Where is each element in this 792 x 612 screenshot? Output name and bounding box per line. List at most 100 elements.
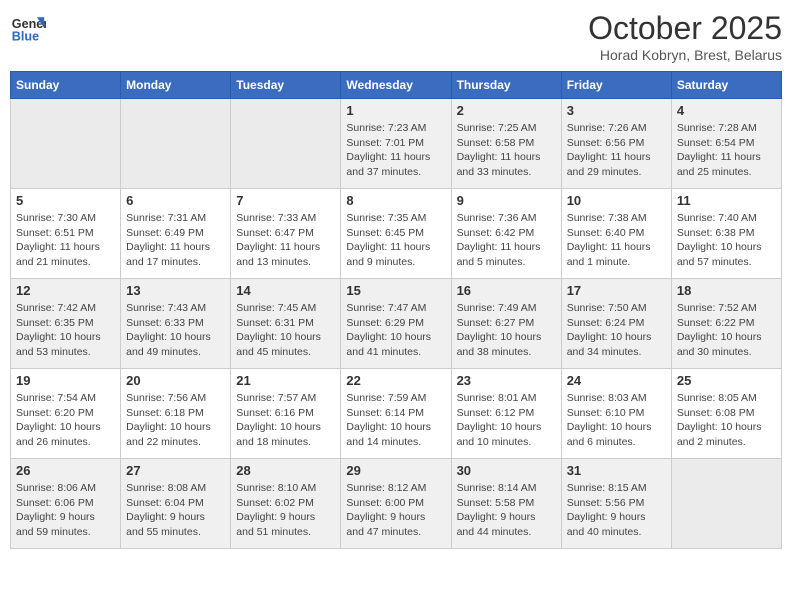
calendar-cell: 6Sunrise: 7:31 AM Sunset: 6:49 PM Daylig… <box>121 189 231 279</box>
month-title: October 2025 <box>588 10 782 47</box>
calendar-cell: 24 Sunrise: 8:03 AM Sunset: 6:10 PM Dayli… <box>561 369 671 459</box>
calendar-cell: 31 Sunrise: 8:15 AM Sunset: 5:56 PM Dayli… <box>561 459 671 549</box>
day-info: Sunrise: 7:50 AM Sunset: 6:24 PM Dayligh… <box>567 301 666 360</box>
calendar-cell: 29 Sunrise: 8:12 AM Sunset: 6:00 PM Dayli… <box>341 459 451 549</box>
day-info: Sunrise: 8:15 AM Sunset: 5:56 PM Dayligh… <box>567 481 666 540</box>
calendar-cell: 25 Sunrise: 8:05 AM Sunset: 6:08 PM Dayli… <box>671 369 781 459</box>
title-block: October 2025 Horad Kobryn, Brest, Belaru… <box>588 10 782 63</box>
calendar-cell: 8 Sunrise: 7:35 AM Sunset: 6:45 PM Daylig… <box>341 189 451 279</box>
day-number: 30 <box>457 463 556 478</box>
day-number: 16 <box>457 283 556 298</box>
calendar-cell: 11 Sunrise: 7:40 AM Sunset: 6:38 PM Dayli… <box>671 189 781 279</box>
day-info: Sunrise: 7:35 AM Sunset: 6:45 PM Dayligh… <box>346 211 445 270</box>
calendar-cell: 18 Sunrise: 7:52 AM Sunset: 6:22 PM Dayli… <box>671 279 781 369</box>
calendar-week-row: 1 Sunrise: 7:23 AM Sunset: 7:01 PM Daylig… <box>11 99 782 189</box>
day-number: 31 <box>567 463 666 478</box>
calendar-cell: 30 Sunrise: 8:14 AM Sunset: 5:58 PM Dayli… <box>451 459 561 549</box>
calendar-week-row: 12 Sunrise: 7:42 AM Sunset: 6:35 PM Dayli… <box>11 279 782 369</box>
calendar-week-row: 5Sunrise: 7:30 AM Sunset: 6:51 PM Daylig… <box>11 189 782 279</box>
weekday-header-monday: Monday <box>121 72 231 99</box>
calendar-cell: 27 Sunrise: 8:08 AM Sunset: 6:04 PM Dayli… <box>121 459 231 549</box>
day-number: 1 <box>346 103 445 118</box>
day-info: Sunrise: 7:57 AM Sunset: 6:16 PM Dayligh… <box>236 391 335 450</box>
day-info: Sunrise: 7:33 AM Sunset: 6:47 PM Dayligh… <box>236 211 335 270</box>
day-info: Sunrise: 7:36 AM Sunset: 6:42 PM Dayligh… <box>457 211 556 270</box>
day-number: 8 <box>346 193 445 208</box>
day-info: Sunrise: 7:56 AM Sunset: 6:18 PM Dayligh… <box>126 391 225 450</box>
weekday-header-row: SundayMondayTuesdayWednesdayThursdayFrid… <box>11 72 782 99</box>
calendar-cell: 19Sunrise: 7:54 AM Sunset: 6:20 PM Dayli… <box>11 369 121 459</box>
day-number: 23 <box>457 373 556 388</box>
day-number: 2 <box>457 103 556 118</box>
day-number: 25 <box>677 373 776 388</box>
day-number: 10 <box>567 193 666 208</box>
day-number: 12 <box>16 283 115 298</box>
day-info: Sunrise: 7:23 AM Sunset: 7:01 PM Dayligh… <box>346 121 445 180</box>
day-number: 18 <box>677 283 776 298</box>
day-number: 17 <box>567 283 666 298</box>
logo: General Blue <box>10 10 46 46</box>
day-number: 4 <box>677 103 776 118</box>
day-info: Sunrise: 8:05 AM Sunset: 6:08 PM Dayligh… <box>677 391 776 450</box>
calendar-cell <box>671 459 781 549</box>
weekday-header-thursday: Thursday <box>451 72 561 99</box>
day-number: 7 <box>236 193 335 208</box>
day-info: Sunrise: 7:28 AM Sunset: 6:54 PM Dayligh… <box>677 121 776 180</box>
calendar-table: SundayMondayTuesdayWednesdayThursdayFrid… <box>10 71 782 549</box>
page-header: General Blue October 2025 Horad Kobryn, … <box>10 10 782 63</box>
day-info: Sunrise: 7:26 AM Sunset: 6:56 PM Dayligh… <box>567 121 666 180</box>
day-info: Sunrise: 7:42 AM Sunset: 6:35 PM Dayligh… <box>16 301 115 360</box>
weekday-header-wednesday: Wednesday <box>341 72 451 99</box>
day-info: Sunrise: 7:38 AM Sunset: 6:40 PM Dayligh… <box>567 211 666 270</box>
calendar-cell: 13 Sunrise: 7:43 AM Sunset: 6:33 PM Dayli… <box>121 279 231 369</box>
day-info: Sunrise: 8:06 AM Sunset: 6:06 PM Dayligh… <box>16 481 115 540</box>
calendar-cell <box>121 99 231 189</box>
calendar-cell: 28Sunrise: 8:10 AM Sunset: 6:02 PM Dayli… <box>231 459 341 549</box>
weekday-header-tuesday: Tuesday <box>231 72 341 99</box>
day-info: Sunrise: 8:10 AM Sunset: 6:02 PM Dayligh… <box>236 481 335 540</box>
calendar-cell: 7 Sunrise: 7:33 AM Sunset: 6:47 PM Daylig… <box>231 189 341 279</box>
day-info: Sunrise: 7:43 AM Sunset: 6:33 PM Dayligh… <box>126 301 225 360</box>
day-number: 21 <box>236 373 335 388</box>
day-info: Sunrise: 8:12 AM Sunset: 6:00 PM Dayligh… <box>346 481 445 540</box>
day-info: Sunrise: 7:45 AM Sunset: 6:31 PM Dayligh… <box>236 301 335 360</box>
calendar-cell: 15 Sunrise: 7:47 AM Sunset: 6:29 PM Dayli… <box>341 279 451 369</box>
calendar-cell: 22 Sunrise: 7:59 AM Sunset: 6:14 PM Dayli… <box>341 369 451 459</box>
day-number: 6 <box>126 193 225 208</box>
weekday-header-friday: Friday <box>561 72 671 99</box>
day-number: 11 <box>677 193 776 208</box>
day-info: Sunrise: 7:49 AM Sunset: 6:27 PM Dayligh… <box>457 301 556 360</box>
day-number: 20 <box>126 373 225 388</box>
day-number: 22 <box>346 373 445 388</box>
location-subtitle: Horad Kobryn, Brest, Belarus <box>588 47 782 63</box>
calendar-cell: 17 Sunrise: 7:50 AM Sunset: 6:24 PM Dayli… <box>561 279 671 369</box>
day-info: Sunrise: 7:59 AM Sunset: 6:14 PM Dayligh… <box>346 391 445 450</box>
day-number: 3 <box>567 103 666 118</box>
day-number: 9 <box>457 193 556 208</box>
weekday-header-saturday: Saturday <box>671 72 781 99</box>
calendar-week-row: 19Sunrise: 7:54 AM Sunset: 6:20 PM Dayli… <box>11 369 782 459</box>
calendar-cell: 3 Sunrise: 7:26 AM Sunset: 6:56 PM Daylig… <box>561 99 671 189</box>
calendar-cell: 23Sunrise: 8:01 AM Sunset: 6:12 PM Dayli… <box>451 369 561 459</box>
day-number: 29 <box>346 463 445 478</box>
day-info: Sunrise: 7:30 AM Sunset: 6:51 PM Dayligh… <box>16 211 115 270</box>
day-number: 27 <box>126 463 225 478</box>
day-info: Sunrise: 8:08 AM Sunset: 6:04 PM Dayligh… <box>126 481 225 540</box>
day-number: 24 <box>567 373 666 388</box>
calendar-cell: 12 Sunrise: 7:42 AM Sunset: 6:35 PM Dayli… <box>11 279 121 369</box>
calendar-cell: 16 Sunrise: 7:49 AM Sunset: 6:27 PM Dayli… <box>451 279 561 369</box>
day-info: Sunrise: 7:40 AM Sunset: 6:38 PM Dayligh… <box>677 211 776 270</box>
calendar-cell: 20 Sunrise: 7:56 AM Sunset: 6:18 PM Dayli… <box>121 369 231 459</box>
calendar-cell: 14Sunrise: 7:45 AM Sunset: 6:31 PM Dayli… <box>231 279 341 369</box>
day-info: Sunrise: 7:25 AM Sunset: 6:58 PM Dayligh… <box>457 121 556 180</box>
calendar-cell: 9 Sunrise: 7:36 AM Sunset: 6:42 PM Daylig… <box>451 189 561 279</box>
day-info: Sunrise: 7:47 AM Sunset: 6:29 PM Dayligh… <box>346 301 445 360</box>
calendar-cell: 26Sunrise: 8:06 AM Sunset: 6:06 PM Dayli… <box>11 459 121 549</box>
day-number: 13 <box>126 283 225 298</box>
day-number: 15 <box>346 283 445 298</box>
day-info: Sunrise: 7:52 AM Sunset: 6:22 PM Dayligh… <box>677 301 776 360</box>
calendar-week-row: 26Sunrise: 8:06 AM Sunset: 6:06 PM Dayli… <box>11 459 782 549</box>
day-info: Sunrise: 8:03 AM Sunset: 6:10 PM Dayligh… <box>567 391 666 450</box>
day-info: Sunrise: 8:14 AM Sunset: 5:58 PM Dayligh… <box>457 481 556 540</box>
calendar-cell: 21 Sunrise: 7:57 AM Sunset: 6:16 PM Dayli… <box>231 369 341 459</box>
